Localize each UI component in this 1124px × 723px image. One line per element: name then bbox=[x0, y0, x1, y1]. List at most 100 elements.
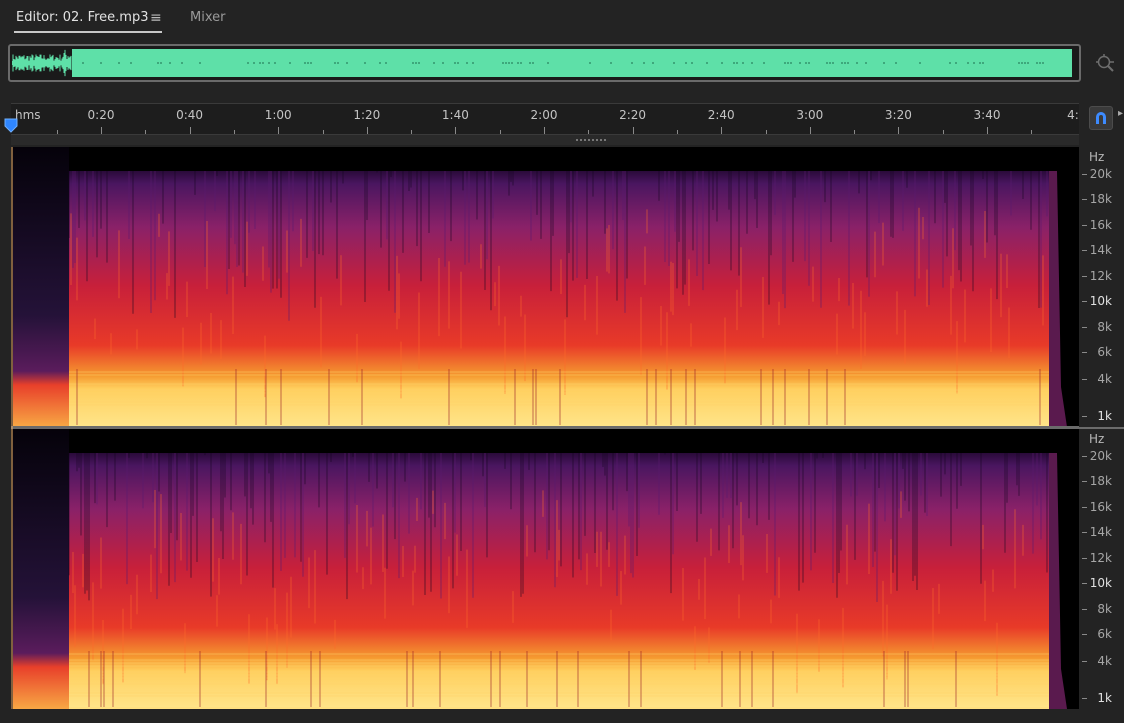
frequency-tick bbox=[1082, 661, 1087, 662]
frequency-label: 12k bbox=[1089, 551, 1112, 565]
frequency-label: 20k bbox=[1089, 167, 1112, 181]
ruler-tick bbox=[942, 130, 944, 134]
frequency-label: 10k bbox=[1089, 294, 1112, 308]
ruler-tick bbox=[721, 127, 723, 134]
ruler-tick bbox=[588, 130, 590, 134]
overview-wave-body bbox=[72, 49, 1072, 77]
tab-editor[interactable]: Editor: 02. Free.mp3 bbox=[16, 10, 148, 25]
frequency-tick bbox=[1082, 199, 1087, 200]
time-unit-label: hms bbox=[15, 108, 41, 122]
frequency-label: 10k bbox=[1089, 576, 1112, 590]
frequency-label: 18k bbox=[1089, 192, 1112, 206]
spectrogram-image bbox=[13, 429, 1067, 709]
frequency-scale-right[interactable]: Hz 20k 18k 16k 14k 12k 10k 8k 6k 4k 1k bbox=[1079, 429, 1124, 709]
frequency-label: 8k bbox=[1097, 602, 1112, 616]
ruler-time-label: 3:40 bbox=[973, 108, 1001, 122]
ruler-tick bbox=[499, 130, 501, 134]
channel-divider bbox=[11, 426, 1124, 429]
frequency-label: 14k bbox=[1089, 243, 1112, 257]
frequency-label: 16k bbox=[1089, 500, 1112, 514]
frequency-tick bbox=[1082, 276, 1087, 277]
ruler-tick bbox=[322, 130, 324, 134]
frequency-tick bbox=[1082, 507, 1087, 508]
tab-mixer[interactable]: Mixer bbox=[190, 10, 225, 25]
frequency-label: 1k bbox=[1097, 409, 1112, 423]
ruler-tick bbox=[56, 130, 58, 134]
frequency-label: 20k bbox=[1089, 449, 1112, 463]
ruler-tick bbox=[854, 130, 856, 134]
ruler-tick bbox=[366, 127, 368, 134]
ruler-tick bbox=[189, 127, 191, 134]
playhead-marker-icon[interactable] bbox=[4, 118, 18, 134]
frequency-label: 4k bbox=[1097, 372, 1112, 386]
frequency-tick bbox=[1082, 250, 1087, 251]
ruler-time-label: 0:20 bbox=[87, 108, 115, 122]
ruler-time-label: 2:40 bbox=[707, 108, 735, 122]
bottom-bar bbox=[0, 709, 1124, 723]
frequency-tick bbox=[1082, 456, 1087, 457]
spectrogram-tail bbox=[1049, 171, 1067, 427]
frequency-label: 6k bbox=[1097, 345, 1112, 359]
ruler-tick bbox=[145, 130, 147, 134]
frequency-label: 8k bbox=[1097, 320, 1112, 334]
hamburger-menu-icon[interactable]: ≡ bbox=[150, 10, 162, 26]
frequency-tick bbox=[1082, 327, 1087, 328]
frequency-tick bbox=[1082, 174, 1087, 175]
ruler-time-label: 1:00 bbox=[264, 108, 292, 122]
ruler-tick bbox=[544, 127, 545, 134]
ruler-time-label: 1:40 bbox=[441, 108, 469, 122]
ruler-time-label: 2:00 bbox=[530, 108, 558, 122]
ruler-splitter[interactable] bbox=[11, 135, 1079, 145]
spectrogram-image bbox=[13, 147, 1067, 427]
spectrogram-main-body bbox=[69, 453, 1049, 709]
frequency-tick bbox=[1082, 225, 1087, 226]
frequency-tick bbox=[1082, 558, 1087, 559]
frequency-tick bbox=[1082, 301, 1087, 302]
frequency-tick bbox=[1082, 698, 1087, 699]
frequency-tick bbox=[1082, 416, 1087, 417]
frequency-label: 6k bbox=[1097, 627, 1112, 641]
frequency-label: 18k bbox=[1089, 474, 1112, 488]
frequency-label: 12k bbox=[1089, 269, 1112, 283]
ruler-tick bbox=[278, 127, 280, 134]
frequency-tick bbox=[1082, 583, 1087, 584]
frequency-label: 4k bbox=[1097, 654, 1112, 668]
frequency-unit-label: Hz bbox=[1089, 150, 1105, 164]
frequency-unit-label: Hz bbox=[1089, 432, 1105, 446]
ruler-tick bbox=[809, 127, 811, 134]
spectrogram-channel-right[interactable] bbox=[11, 429, 1079, 709]
zoom-magnifier-icon[interactable] bbox=[1094, 52, 1116, 74]
ruler-tick bbox=[898, 127, 900, 134]
clip-start-edge bbox=[11, 147, 13, 709]
frequency-label: 14k bbox=[1089, 525, 1112, 539]
overview-waveform bbox=[12, 49, 1072, 77]
ruler-tick bbox=[632, 127, 634, 134]
frequency-tick bbox=[1082, 352, 1087, 353]
editor-tab-bar: Editor: 02. Free.mp3 ≡ Mixer bbox=[0, 0, 1124, 38]
spectrogram-main-body bbox=[69, 171, 1049, 427]
ruler-tick bbox=[1031, 130, 1033, 134]
frequency-tick bbox=[1082, 481, 1087, 482]
snap-toggle-button[interactable] bbox=[1089, 106, 1113, 130]
spectrogram-intro-segment bbox=[13, 147, 69, 427]
time-ruler[interactable]: hms 0:20 0:40 1:00 1:20 1:40 2:00 2:20 2:40 3:00… bbox=[11, 103, 1079, 135]
ruler-time-label: 1:20 bbox=[353, 108, 381, 122]
ruler-tick bbox=[765, 130, 767, 134]
ruler-time-label: 0:40 bbox=[176, 108, 204, 122]
spectrogram-channel-left[interactable] bbox=[11, 147, 1079, 427]
ruler-time-label: 4: bbox=[1067, 108, 1079, 122]
splitter-grip-icon[interactable] bbox=[576, 138, 606, 142]
ruler-time-label: 3:20 bbox=[884, 108, 912, 122]
ruler-tick bbox=[411, 130, 413, 134]
panel-edge-marker: ▸ bbox=[1118, 108, 1124, 119]
frequency-label: 16k bbox=[1089, 218, 1112, 232]
waveform-overview[interactable] bbox=[8, 44, 1081, 82]
frequency-tick bbox=[1082, 609, 1087, 610]
frequency-label: 1k bbox=[1097, 691, 1112, 705]
magnet-snap-icon bbox=[1096, 112, 1106, 124]
frequency-scale-left[interactable]: Hz 20k 18k 16k 14k 12k 10k 8k 6k 4k 1k bbox=[1079, 147, 1124, 427]
ruler-time-label: 3:00 bbox=[796, 108, 824, 122]
ruler-tick bbox=[233, 130, 235, 134]
frequency-tick bbox=[1082, 634, 1087, 635]
ruler-tick bbox=[101, 127, 102, 134]
